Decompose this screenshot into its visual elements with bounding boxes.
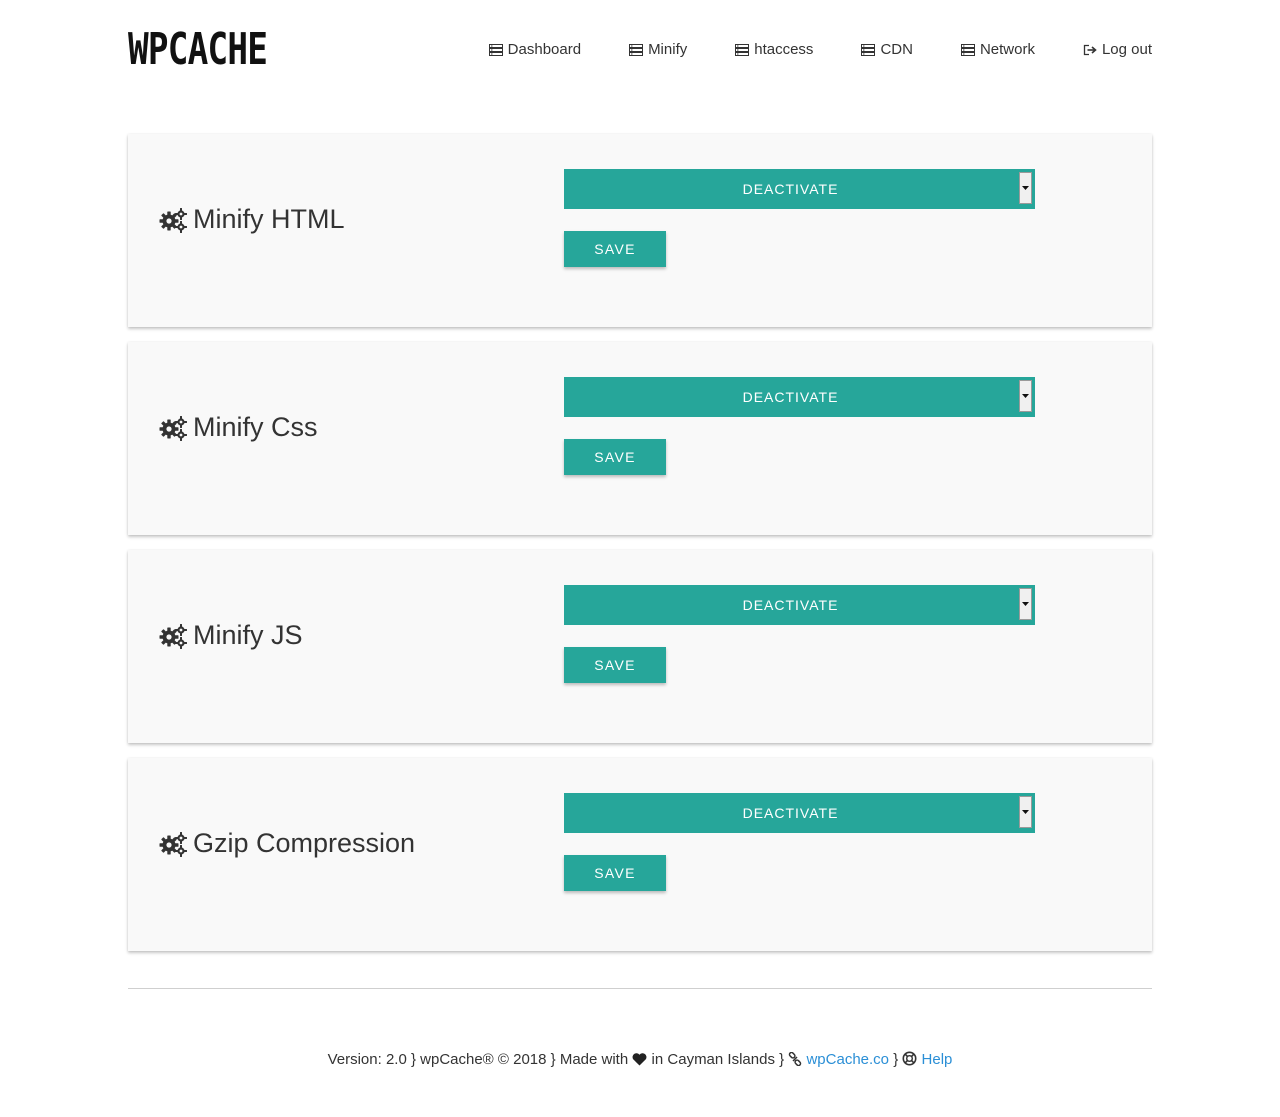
server-icon [861, 43, 876, 56]
nav-label: CDN [880, 41, 913, 58]
nav-item-logout[interactable]: Log out [1083, 41, 1152, 58]
nav-item-dashboard[interactable]: Dashboard [488, 41, 582, 58]
nav-item-cdn[interactable]: CDN [861, 41, 913, 58]
status-select[interactable]: DEACTIVATE [564, 585, 1035, 625]
setting-title: Gzip Compression [159, 828, 415, 859]
gears-icon [159, 623, 187, 649]
main-nav: Dashboard Minify htaccess CDN Network Lo… [488, 41, 1152, 58]
server-icon [629, 43, 644, 56]
status-select[interactable]: DEACTIVATE [564, 793, 1035, 833]
footer-separator: } [893, 1051, 899, 1068]
setting-title: Minify HTML [159, 204, 345, 235]
setting-title: Minify Css [159, 412, 318, 443]
gears-icon [159, 831, 187, 857]
nav-label: Log out [1101, 41, 1152, 58]
save-button[interactable]: SAVE [564, 231, 666, 267]
setting-title-text: Gzip Compression [193, 828, 416, 858]
site-link[interactable]: wpCache.co [806, 1051, 889, 1068]
logo[interactable]: WPCACHE [128, 26, 268, 74]
server-icon [488, 43, 503, 56]
header: WPCACHE Dashboard Minify htaccess CDN Ne… [128, 0, 1152, 100]
nav-item-minify[interactable]: Minify [629, 41, 687, 58]
setting-title-text: Minify HTML [193, 204, 345, 234]
setting-title-text: Minify JS [193, 620, 303, 650]
select-value: DEACTIVATE [742, 805, 839, 821]
caret-down-icon[interactable] [1019, 380, 1032, 412]
settings-list: Minify HTML DEACTIVATE SAVE Minify Css D… [128, 134, 1152, 951]
status-select[interactable]: DEACTIVATE [564, 377, 1035, 417]
nav-item-network[interactable]: Network [960, 41, 1035, 58]
setting-card-minify-css: Minify Css DEACTIVATE SAVE [128, 342, 1152, 535]
sign-out-icon [1083, 44, 1097, 56]
caret-down-icon[interactable] [1019, 172, 1032, 204]
status-select[interactable]: DEACTIVATE [564, 169, 1035, 209]
setting-card-gzip: Gzip Compression DEACTIVATE SAVE [128, 758, 1152, 951]
save-button[interactable]: SAVE [564, 439, 666, 475]
nav-label: Dashboard [507, 41, 582, 58]
setting-title: Minify JS [159, 620, 303, 651]
setting-card-minify-js: Minify JS DEACTIVATE SAVE [128, 550, 1152, 743]
caret-down-icon[interactable] [1019, 588, 1032, 620]
select-value: DEACTIVATE [742, 597, 839, 613]
caret-down-icon[interactable] [1019, 796, 1032, 828]
footer-divider [128, 988, 1152, 989]
nav-label: Minify [648, 41, 688, 58]
gears-icon [159, 415, 187, 441]
setting-title-text: Minify Css [193, 412, 318, 442]
help-link[interactable]: Help [922, 1051, 953, 1068]
server-icon [735, 43, 750, 56]
gears-icon [159, 207, 187, 233]
heart-icon [632, 1053, 647, 1066]
footer-location-text: in Cayman Islands } [651, 1051, 785, 1068]
life-ring-icon [902, 1051, 917, 1066]
save-button[interactable]: SAVE [564, 855, 666, 891]
nav-label: htaccess [754, 41, 814, 58]
select-value: DEACTIVATE [742, 181, 839, 197]
select-value: DEACTIVATE [742, 389, 839, 405]
server-icon [960, 43, 975, 56]
save-button[interactable]: SAVE [564, 647, 666, 683]
setting-card-minify-html: Minify HTML DEACTIVATE SAVE [128, 134, 1152, 327]
nav-label: Network [979, 41, 1035, 58]
link-icon [789, 1052, 802, 1066]
nav-item-htaccess[interactable]: htaccess [735, 41, 813, 58]
footer-version-text: Version: 2.0 } wpCache® © 2018 } Made wi… [327, 1051, 629, 1068]
footer: Version: 2.0 } wpCache® © 2018 } Made wi… [128, 1051, 1152, 1068]
